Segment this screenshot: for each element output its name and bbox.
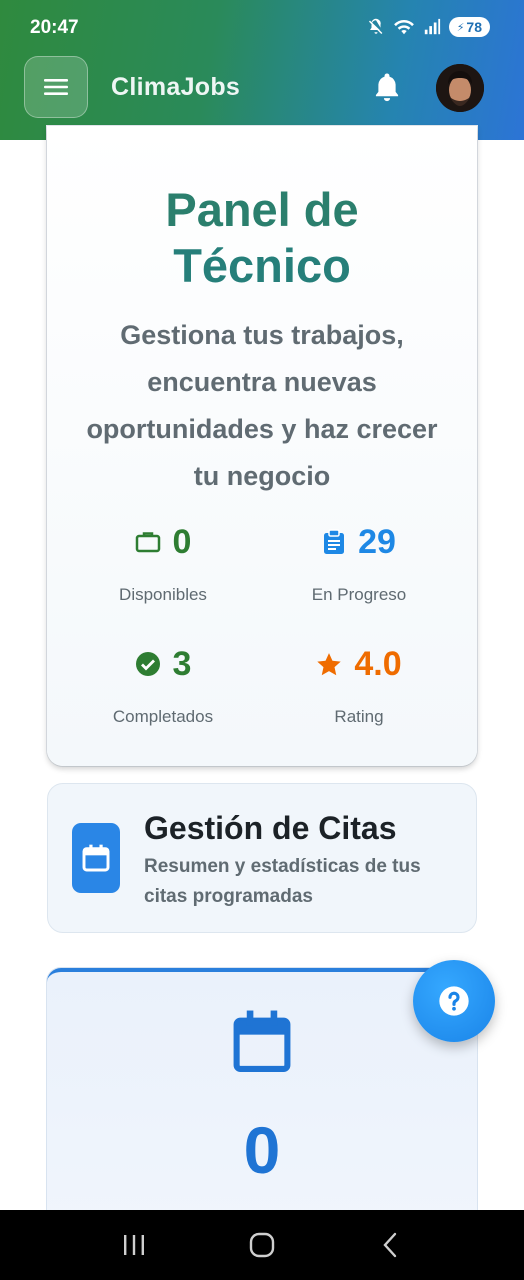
mute-icon: [368, 18, 383, 35]
system-navigation-bar: [0, 1210, 524, 1280]
stat-disponibles[interactable]: 0 Disponibles: [68, 522, 258, 605]
panel-title: Panel de Técnico: [47, 182, 477, 294]
notifications-bell-icon[interactable]: [372, 71, 402, 103]
panel-description: Gestiona tus trabajos, encuentra nuevas …: [86, 320, 438, 491]
stat-label: Completados: [112, 707, 214, 726]
clipboard-icon: [324, 529, 345, 554]
signal-icon: [424, 18, 440, 35]
avatar-face-icon: [436, 64, 484, 112]
help-fab-button[interactable]: [413, 960, 495, 1042]
stat-label: En Progreso: [311, 585, 407, 604]
appointments-subtitle: Resumen y estadísticas de tus citas prog…: [144, 856, 421, 907]
appointments-title: Gestión de Citas: [144, 810, 397, 846]
status-bar: 20:47 ⚡ 78: [0, 0, 524, 56]
stat-value: 4.0: [354, 644, 402, 683]
stat-value: 3: [172, 644, 192, 683]
battery-level: 78: [466, 19, 482, 35]
stat-rating[interactable]: 4.0 Rating: [264, 644, 454, 727]
stat-en-progreso[interactable]: 29 En Progreso: [264, 522, 454, 605]
help-icon: [439, 986, 469, 1016]
app-title: ClimaJobs: [111, 73, 241, 101]
star-icon: [317, 652, 342, 675]
stat-label: Disponibles: [119, 585, 207, 604]
battery-indicator: ⚡ 78: [448, 17, 490, 37]
stat-label: Rating: [334, 707, 384, 726]
hamburger-icon: [44, 79, 68, 95]
calendar-icon: [233, 1010, 291, 1072]
status-time: 20:47: [30, 17, 79, 38]
stat-value: 0: [172, 522, 192, 561]
appointments-header-card[interactable]: Gestión de Citas Resumen y estadísticas …: [47, 783, 477, 933]
calendar-tile: [72, 823, 120, 893]
calendar-icon: [82, 844, 110, 872]
back-button[interactable]: [370, 1225, 410, 1265]
menu-button[interactable]: [24, 56, 88, 118]
wifi-icon: [393, 19, 414, 35]
app-bar: ClimaJobs: [0, 56, 524, 120]
check-circle-icon: [135, 652, 160, 676]
stat-completados[interactable]: 3 Completados: [68, 644, 258, 727]
home-icon: [249, 1232, 275, 1258]
back-icon: [383, 1232, 397, 1258]
home-button[interactable]: [242, 1225, 282, 1265]
recents-icon: [124, 1235, 144, 1255]
status-icons: ⚡ 78: [367, 17, 490, 37]
briefcase-icon: [135, 532, 160, 553]
panel-title-line2: Técnico: [173, 239, 351, 292]
technician-panel-card: Panel de Técnico Gestiona tus trabajos, …: [47, 126, 477, 766]
panel-title-line1: Panel de: [165, 183, 359, 236]
battery-icon: ⚡: [456, 21, 465, 34]
appointments-count: 0: [243, 1113, 281, 1187]
recent-apps-button[interactable]: [114, 1225, 154, 1265]
stat-value: 29: [358, 522, 396, 561]
user-avatar[interactable]: [436, 64, 484, 112]
